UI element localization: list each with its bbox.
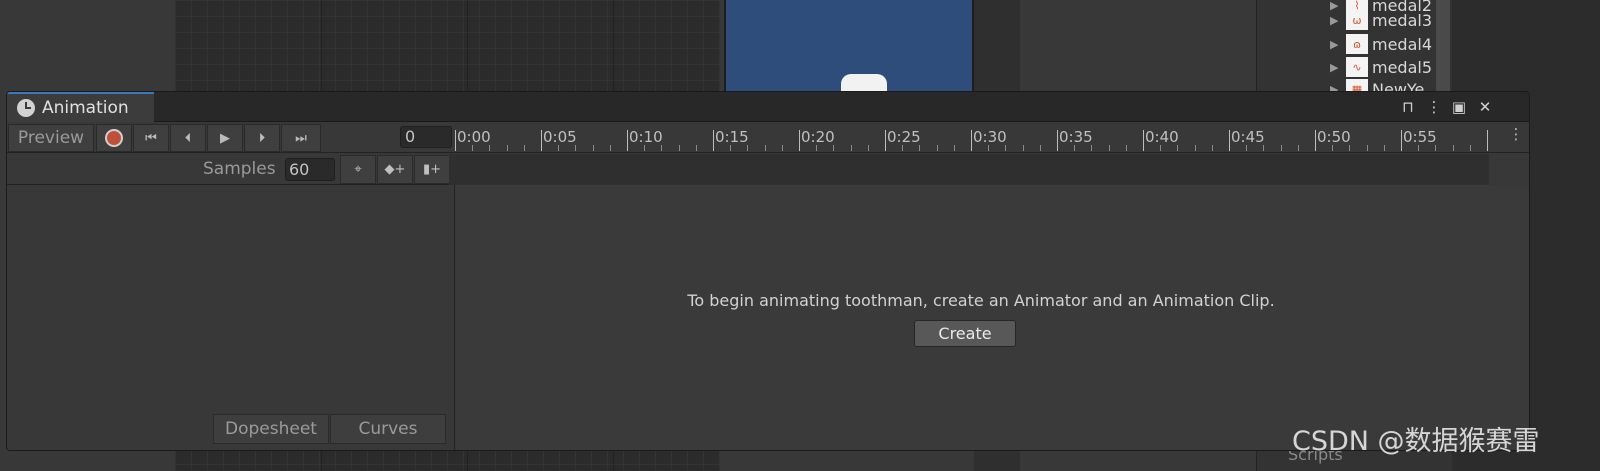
ruler-time-label: 0:15 [715, 128, 749, 146]
play-button[interactable]: ▶ [207, 124, 243, 152]
project-item-label: medal3 [1372, 10, 1433, 30]
event-track-header[interactable] [449, 154, 1489, 185]
previous-keyframe-button[interactable]: ⏴ [170, 124, 206, 152]
preview-button[interactable]: Preview [8, 124, 94, 152]
first-keyframe-button[interactable]: ⏮ [133, 124, 169, 152]
record-button[interactable] [96, 124, 132, 152]
play-icon: ▶ [220, 130, 230, 146]
sprite-thumbnail-icon: ɷ [1346, 34, 1368, 54]
csdn-watermark: CSDN @数据猴赛雷 [1292, 426, 1540, 457]
next-keyframe-button[interactable]: ⏵ [244, 124, 280, 152]
add-event-icon: ▮+ [422, 162, 442, 177]
tab-dopesheet[interactable]: Dopesheet [213, 414, 329, 444]
record-icon [105, 129, 123, 147]
project-scrollbar[interactable] [1436, 0, 1450, 92]
lock-icon[interactable]: ⊓ [1396, 95, 1420, 119]
animation-tab-bar: Animation ⊓ ⋮ ▣ ✕ [7, 92, 1529, 122]
step-forward-icon: ⏵ [258, 130, 266, 146]
more-options-icon[interactable]: ⋮ [1422, 95, 1446, 119]
project-item-medal3[interactable]: ▶ ω medal3 [1330, 9, 1435, 31]
ruler-time-label: 0:40 [1145, 128, 1179, 146]
project-item-label: medal4 [1372, 34, 1433, 54]
project-item-label: medal5 [1372, 57, 1433, 77]
clock-icon [17, 99, 35, 117]
dopesheet-area[interactable] [456, 185, 1529, 450]
sprite-thumbnail-icon: ∿ [1346, 57, 1368, 77]
project-item-medal5[interactable]: ▶ ∿ medal5 [1330, 56, 1435, 78]
expand-arrow-icon[interactable]: ▶ [1330, 14, 1346, 27]
expand-arrow-icon[interactable]: ▶ [1330, 38, 1346, 51]
ruler-time-label: 0:35 [1059, 128, 1093, 146]
samples-label: Samples [203, 159, 276, 179]
sprite-thumbnail-icon: ω [1346, 10, 1368, 30]
expand-arrow-icon[interactable]: ▶ [1330, 61, 1346, 74]
tab-title: Animation [42, 98, 129, 118]
last-keyframe-button[interactable]: ⏭ [281, 124, 321, 152]
timeline-ruler[interactable]: 0:00 0:05 0:10 0:15 0:20 0:25 0:30 0:35 0:40 0:45… [455, 122, 1495, 152]
create-clip-button[interactable]: Create [914, 320, 1016, 347]
ruler-menu-icon[interactable]: ⋮ [1507, 125, 1525, 147]
ruler-time-label: 0:00 [457, 128, 491, 146]
add-keyframe-button[interactable]: ◆+ [377, 155, 413, 184]
ruler-time-label: 0:45 [1231, 128, 1265, 146]
ruler-time-label: 0:55 [1403, 128, 1437, 146]
ruler-time-label: 0:25 [887, 128, 921, 146]
maximize-icon[interactable]: ▣ [1447, 95, 1471, 119]
ruler-time-label: 0:30 [973, 128, 1007, 146]
add-event-button[interactable]: ▮+ [414, 155, 450, 184]
current-frame-input[interactable]: 0 [400, 126, 452, 148]
ruler-time-label: 0:50 [1317, 128, 1351, 146]
game-view [724, 0, 974, 94]
step-back-icon: ⏴ [184, 130, 192, 146]
add-keyframe-icon: ◆+ [384, 162, 406, 177]
close-icon[interactable]: ✕ [1473, 95, 1497, 119]
ruler-time-label: 0:05 [543, 128, 577, 146]
property-list-panel [7, 185, 455, 450]
tab-curves[interactable]: Curves [330, 414, 446, 444]
project-item-medal4[interactable]: ▶ ɷ medal4 [1330, 33, 1435, 55]
ruler-time-label: 0:10 [629, 128, 663, 146]
clip-settings-row: Samples 60 ⌖ ◆+ ▮+ [7, 154, 455, 185]
ruler-time-label: 0:20 [801, 128, 835, 146]
skip-to-end-icon: ⏭ [295, 130, 307, 146]
tab-animation[interactable]: Animation [7, 92, 154, 122]
samples-input[interactable]: 60 [285, 158, 335, 181]
skip-to-start-icon: ⏮ [145, 130, 157, 146]
filter-by-selection-button[interactable]: ⌖ [340, 155, 376, 184]
empty-state-message: To begin animating toothman, create an A… [687, 291, 1275, 310]
crosshair-icon: ⌖ [354, 162, 362, 177]
